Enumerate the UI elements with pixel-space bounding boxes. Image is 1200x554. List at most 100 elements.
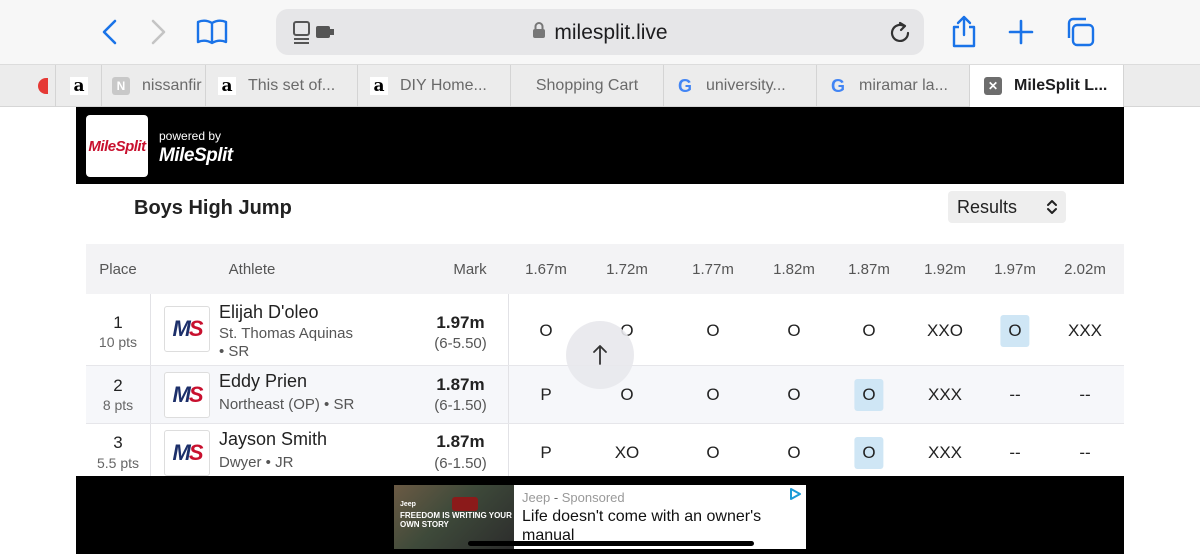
tab-label: university... <box>706 77 786 94</box>
place: 3 <box>113 433 123 452</box>
header-height: 2.02m <box>1064 261 1106 278</box>
ad-card[interactable]: Jeep FREEDOM IS WRITING YOUR OWN STORY J… <box>394 485 806 549</box>
attempt-cell: P <box>540 443 552 462</box>
tab-label: MileSplit L... <box>1014 77 1108 94</box>
ad-text: Life doesn't come with an owner's manual <box>522 508 762 544</box>
team-logo: MS <box>164 306 210 352</box>
attempt-cell: P <box>540 385 552 404</box>
address-bar[interactable]: milesplit.live <box>276 9 924 55</box>
tab-amazon-1[interactable]: a <box>56 65 102 107</box>
place: 1 <box>113 313 123 332</box>
header-height: 1.92m <box>924 261 966 278</box>
attempt-cell: XXX <box>1067 321 1103 340</box>
attempt-cell: XXX <box>927 385 963 404</box>
athlete-name[interactable]: Elijah D'oleo <box>219 302 319 323</box>
tab-label: DIY Home... <box>400 77 487 94</box>
google-icon: G <box>830 75 845 96</box>
home-indicator <box>468 541 754 546</box>
reload-icon[interactable] <box>888 21 912 50</box>
updown-chevron-icon <box>1047 200 1057 214</box>
attempt-cell: -- <box>1009 385 1021 404</box>
attempt-cell: O <box>706 321 720 340</box>
plus-icon <box>1008 19 1034 45</box>
ad-brand-name: Jeep <box>522 490 551 505</box>
place: 2 <box>113 376 123 395</box>
header-place: Place <box>99 261 137 278</box>
attempt-cell: O <box>787 443 801 462</box>
school-name: St. Thomas Aquinas <box>219 325 353 342</box>
attempt-cell: -- <box>1009 443 1021 462</box>
amazon-icon: a <box>370 76 388 96</box>
ad-image: Jeep FREEDOM IS WRITING YOUR OWN STORY <box>394 485 514 549</box>
forward-button[interactable] <box>140 14 176 50</box>
header-height: 1.82m <box>773 261 815 278</box>
team-logo: MS <box>164 372 210 418</box>
header-height: 1.77m <box>692 261 734 278</box>
attempt-cell: O <box>787 385 801 404</box>
header-athlete: Athlete <box>228 261 276 278</box>
view-select[interactable]: Results <box>948 191 1066 223</box>
tab-this-set[interactable]: a This set of... <box>206 65 358 107</box>
athlete-school: St. Thomas Aquinas • SR <box>219 325 369 361</box>
tab-university[interactable]: G university... <box>664 65 817 107</box>
url-label: milesplit.live <box>554 21 668 44</box>
tab-miramar[interactable]: G miramar la... <box>817 65 970 107</box>
close-tab-icon[interactable]: ✕ <box>984 77 1002 95</box>
ad-image-brand: Jeep <box>400 501 416 508</box>
tabs-button[interactable] <box>1062 14 1098 50</box>
header-mark: Mark <box>453 261 487 278</box>
car-image <box>452 497 478 511</box>
attempt-cell: -- <box>1079 443 1091 462</box>
ad-choices-icon[interactable] <box>788 487 802 501</box>
view-select-value: Results <box>957 197 1018 217</box>
ad-sponsored: Sponsored <box>561 490 625 505</box>
scroll-to-top-button[interactable] <box>566 321 634 389</box>
ad-brand: Jeep - Sponsored <box>522 490 625 505</box>
back-button[interactable] <box>92 14 128 50</box>
attempt-cell: XO <box>614 443 640 462</box>
mark-imperial: (6-5.50) <box>434 335 487 352</box>
tab-label: nissanfir <box>142 77 202 94</box>
attempt-cell: XXO <box>927 321 963 340</box>
table-header: Place Athlete Mark 1.67m 1.72m 1.77m 1.8… <box>86 244 1124 294</box>
book-icon <box>196 19 228 45</box>
mark-metric: 1.97m <box>436 313 485 332</box>
table-row[interactable]: 3 5.5 pts MS Jayson Smith Dwyer • JR 1.8… <box>86 424 1124 482</box>
attempt-cell: O <box>706 443 720 462</box>
athlete-name[interactable]: Jayson Smith <box>219 429 327 450</box>
n-favicon-icon: N <box>112 77 130 95</box>
new-tab-button[interactable] <box>1003 14 1039 50</box>
attempt-cell: O <box>539 321 553 340</box>
attempt-cell-highlighted: O <box>1000 315 1030 347</box>
chevron-left-icon <box>102 19 117 45</box>
tab-shopping-cart[interactable]: Shopping Cart <box>511 65 664 107</box>
mark-metric: 1.87m <box>436 432 485 451</box>
share-button[interactable] <box>946 14 982 50</box>
milesplit-logo[interactable]: MileSplit <box>86 115 148 177</box>
brand-header: MileSplit powered by MileSplit <box>76 107 1124 184</box>
header-height: 1.87m <box>848 261 890 278</box>
tab-strip: a N nissanfir a This set of... a DIY Hom… <box>0 64 1200 107</box>
athlete-school: Northeast (OP) • SR <box>219 396 355 413</box>
bookmarks-button[interactable] <box>194 14 230 50</box>
tab-label: This set of... <box>248 77 336 94</box>
mark-metric: 1.87m <box>436 375 485 394</box>
amazon-icon: a <box>70 76 88 96</box>
header-height: 1.67m <box>525 261 567 278</box>
athlete-name[interactable]: Eddy Prien <box>219 371 307 392</box>
athlete-school: Dwyer • JR <box>219 454 294 471</box>
header-height: 1.72m <box>606 261 648 278</box>
arrow-up-icon <box>593 345 607 365</box>
powered-by-brand: MileSplit <box>159 145 233 166</box>
tab-diy-home[interactable]: a DIY Home... <box>358 65 511 107</box>
tab-label: miramar la... <box>859 77 948 94</box>
url-text: milesplit.live <box>276 21 924 45</box>
share-icon <box>952 15 976 48</box>
attempt-cell: O <box>787 321 801 340</box>
tab-pinned[interactable] <box>0 65 56 107</box>
points: 8 pts <box>102 397 134 413</box>
tab-nissan[interactable]: N nissanfir <box>102 65 206 107</box>
tab-label: Shopping Cart <box>535 77 639 94</box>
tab-milesplit[interactable]: ✕ MileSplit L... <box>970 65 1124 107</box>
logo-text: MileSplit <box>88 137 146 155</box>
